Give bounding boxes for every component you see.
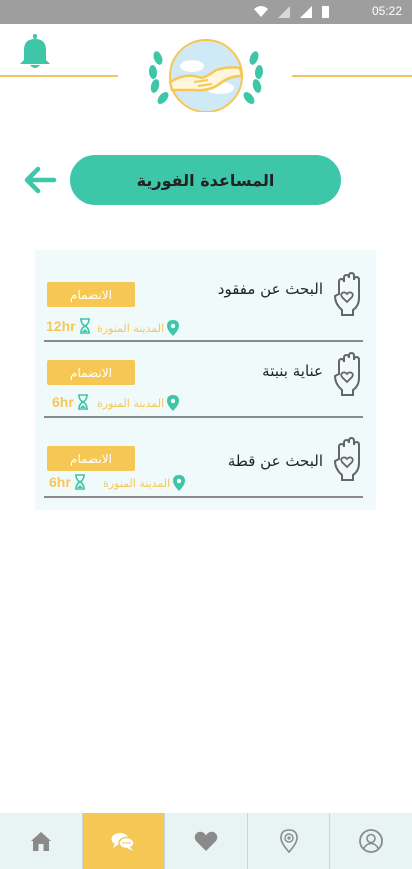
signal-icon: [278, 6, 290, 18]
nav-tab-favorites[interactable]: [165, 813, 248, 869]
nav-tab-profile[interactable]: [330, 813, 412, 869]
list-item[interactable]: البحث عن قطة الانضمام المدينة المنورة 6h…: [44, 418, 363, 498]
hand-heart-icon: [333, 436, 360, 481]
hourglass-icon: [74, 474, 85, 490]
status-time: 05:22: [371, 4, 402, 18]
item-name: البحث عن قطة: [227, 452, 323, 470]
signal-icon-2: [300, 6, 312, 18]
heart-icon: [194, 831, 218, 851]
location-icon: [279, 829, 298, 854]
item-duration: 6hr: [49, 474, 86, 490]
item-name: البحث عن مفقود: [217, 280, 323, 298]
home-icon: [30, 832, 51, 851]
page-title-pill: المساعدة الفورية: [70, 155, 341, 205]
location-pin-icon: [167, 320, 180, 336]
item-duration: 12hr: [46, 318, 91, 334]
list-item[interactable]: البحث عن مفقود الانضمام المدينة المنورة …: [44, 258, 363, 342]
join-button[interactable]: الانضمام: [47, 282, 135, 307]
battery-icon: [322, 6, 329, 18]
item-duration: 6hr: [52, 394, 89, 410]
item-name: عناية بنبتة: [262, 362, 323, 380]
bottom-nav: [0, 813, 412, 869]
item-city: المدينة المنورة: [97, 396, 165, 410]
join-button[interactable]: الانضمام: [47, 360, 135, 385]
hand-heart-icon: [333, 351, 360, 396]
header-divider-right: [292, 75, 412, 77]
hourglass-icon: [79, 318, 90, 334]
location-pin-icon: [173, 475, 186, 491]
item-city: المدينة المنورة: [97, 321, 165, 335]
list-item[interactable]: عناية بنبتة الانضمام المدينة المنورة 6hr: [44, 342, 363, 418]
page-title: المساعدة الفورية: [136, 170, 275, 190]
back-arrow-icon[interactable]: [22, 162, 58, 198]
item-hours: 6hr: [52, 394, 74, 410]
item-hours: 6hr: [49, 474, 71, 490]
help-request-list: البحث عن مفقود الانضمام المدينة المنورة …: [35, 250, 376, 510]
hourglass-icon: [77, 394, 88, 410]
item-hours: 12hr: [46, 318, 76, 334]
status-icons: [254, 6, 329, 18]
nav-tab-home[interactable]: [0, 813, 83, 869]
nav-tab-location[interactable]: [248, 813, 331, 869]
header-divider-left: [0, 75, 118, 77]
nav-tab-chat[interactable]: [82, 813, 166, 869]
item-location: المدينة المنورة: [97, 320, 180, 336]
bell-icon[interactable]: [18, 34, 52, 70]
profile-icon: [359, 829, 384, 853]
status-bar: 05:22: [0, 0, 412, 24]
item-divider: [44, 496, 363, 498]
wifi-icon: [254, 6, 268, 17]
item-location: المدينة المنورة: [97, 395, 180, 411]
chat-icon: [111, 833, 136, 851]
join-button[interactable]: الانضمام: [47, 446, 135, 471]
item-city: المدينة المنورة: [103, 476, 171, 490]
location-pin-icon: [167, 395, 180, 411]
item-location: المدينة المنورة: [103, 475, 186, 491]
hand-heart-icon: [333, 271, 360, 316]
handshake-logo: [148, 39, 264, 112]
